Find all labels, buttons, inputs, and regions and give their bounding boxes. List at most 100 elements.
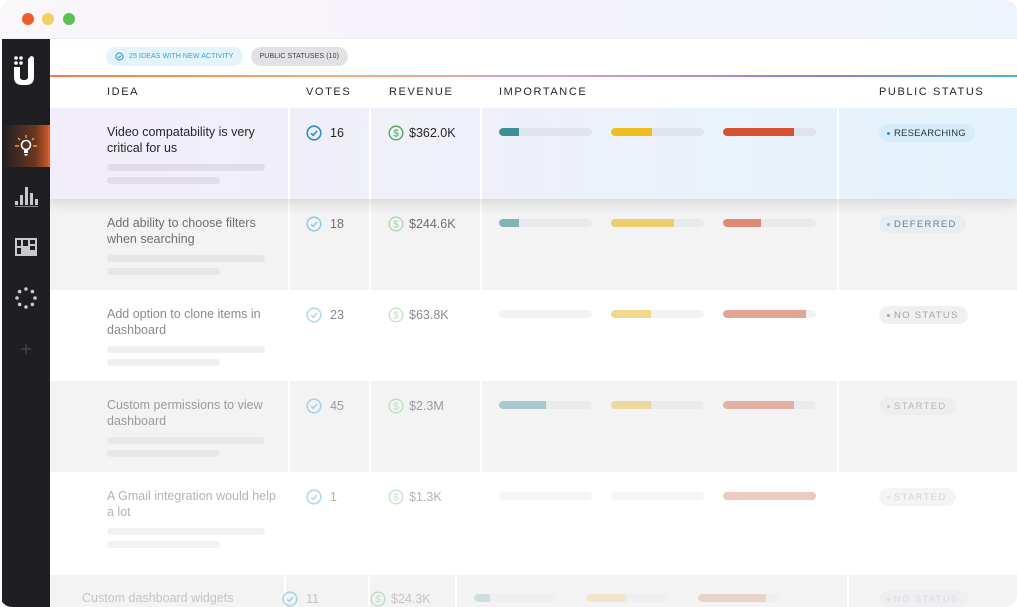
table-header: IDEA VOTES REVENUE IMPORTANCE PUBLIC STA…: [50, 77, 1017, 108]
public-status-badge[interactable]: STARTED: [879, 488, 956, 506]
public-status-label: STARTED: [894, 491, 947, 503]
importance-bar: [611, 219, 704, 227]
importance-bar-fill: [723, 219, 762, 227]
column-divider: [837, 290, 839, 381]
importance-bar-fill: [611, 310, 651, 318]
public-statuses-chip-label: PUBLIC STATUSES (10): [259, 53, 340, 60]
importance-bar-fill: [723, 310, 806, 318]
filter-chips: 25 IDEAS WITH NEW ACTIVITY PUBLIC STATUS…: [106, 47, 349, 66]
public-status-label: NO STATUS: [894, 593, 959, 605]
sidebar-item-loading[interactable]: [2, 277, 50, 319]
dollar-circle-icon: $: [370, 591, 386, 607]
column-divider: [288, 108, 290, 199]
importance-bar: [611, 401, 704, 409]
column-header-idea[interactable]: IDEA: [107, 86, 139, 98]
ideas-main-panel: 25 IDEAS WITH NEW ACTIVITY PUBLIC STATUS…: [50, 39, 1017, 607]
sidebar-item-ideas[interactable]: [2, 125, 50, 167]
sidebar-item-board[interactable]: [2, 226, 50, 268]
column-divider: [480, 290, 482, 381]
table-row[interactable]: Add ability to choose filters when searc…: [50, 199, 1017, 290]
importance-bar: [611, 128, 704, 136]
table-row[interactable]: A Gmail integration would help a lot 1 $…: [50, 472, 1017, 563]
plus-icon: [21, 344, 31, 354]
idea-title[interactable]: A Gmail integration would help a lot: [107, 488, 277, 520]
column-divider: [455, 575, 457, 607]
vote-check-icon: [306, 398, 322, 414]
column-header-importance[interactable]: IMPORTANCE: [499, 86, 587, 98]
public-status-badge[interactable]: NO STATUS: [879, 306, 968, 324]
vote-count[interactable]: 18: [306, 216, 344, 232]
public-status-badge[interactable]: NO STATUS: [879, 590, 968, 607]
vote-count-value: 23: [330, 308, 344, 322]
importance-bar-fill: [698, 594, 766, 602]
idea-title[interactable]: Add ability to choose filters when searc…: [107, 215, 277, 247]
new-activity-filter-chip[interactable]: 25 IDEAS WITH NEW ACTIVITY: [106, 47, 243, 66]
column-header-votes[interactable]: VOTES: [306, 86, 351, 98]
close-window-button[interactable]: [22, 13, 34, 25]
title-bar: [0, 0, 1017, 39]
revenue-value: $ $2.3M: [388, 398, 444, 414]
svg-text:$: $: [393, 402, 399, 413]
vote-count[interactable]: 23: [306, 307, 344, 323]
dotted-circle-icon: [15, 287, 37, 309]
column-divider: [288, 199, 290, 290]
description-placeholder-line: [107, 268, 220, 275]
revenue-amount: $63.8K: [409, 308, 449, 322]
dollar-circle-icon: $: [388, 216, 404, 232]
table-row[interactable]: Custom dashboard widgets 11 $ $24.3K NO …: [50, 575, 1017, 607]
importance-bar: [723, 310, 816, 318]
column-divider: [837, 199, 839, 290]
vote-count[interactable]: 45: [306, 398, 344, 414]
public-statuses-filter-chip[interactable]: PUBLIC STATUSES (10): [250, 47, 349, 66]
description-placeholder-line: [107, 359, 220, 366]
svg-text:$: $: [393, 493, 399, 504]
check-circle-icon: [115, 52, 124, 61]
minimize-window-button[interactable]: [42, 13, 54, 25]
public-status-badge[interactable]: STARTED: [879, 397, 956, 415]
status-dot-icon: [887, 313, 890, 317]
idea-title[interactable]: Video compatability is very critical for…: [107, 124, 277, 156]
importance-bar: [499, 219, 592, 227]
vote-count[interactable]: 16: [306, 125, 344, 141]
vote-count[interactable]: 1: [306, 489, 337, 505]
maximize-window-button[interactable]: [63, 13, 75, 25]
status-dot-icon: [887, 131, 890, 135]
dollar-circle-icon: $: [388, 398, 404, 414]
column-divider: [480, 381, 482, 472]
column-divider: [288, 381, 290, 472]
revenue-amount: $362.0K: [409, 126, 456, 140]
importance-bar-fill: [499, 219, 520, 227]
status-dot-icon: [887, 404, 890, 408]
column-divider: [369, 290, 371, 381]
app-logo[interactable]: [12, 55, 40, 87]
logo-icon: [14, 56, 34, 85]
svg-text:$: $: [393, 220, 399, 231]
sidebar-item-analytics[interactable]: [2, 175, 50, 217]
description-placeholder-line: [107, 450, 220, 457]
column-divider: [288, 472, 290, 563]
idea-title[interactable]: Custom permissions to view dashboard: [107, 397, 277, 429]
importance-bar-fill: [723, 401, 794, 409]
dollar-circle-icon: $: [388, 489, 404, 505]
column-header-public-status[interactable]: PUBLIC STATUS: [879, 86, 984, 98]
importance-bar: [698, 594, 778, 602]
sidebar-item-add[interactable]: [2, 328, 50, 370]
lightbulb-icon: [15, 135, 37, 156]
vote-count[interactable]: 11: [282, 591, 319, 607]
dollar-circle-icon: $: [388, 125, 404, 141]
table-row[interactable]: Video compatability is very critical for…: [50, 108, 1017, 199]
idea-title[interactable]: Custom dashboard widgets: [82, 590, 282, 606]
column-header-revenue[interactable]: REVENUE: [389, 86, 453, 98]
table-row[interactable]: Custom permissions to view dashboard 45 …: [50, 381, 1017, 472]
idea-title[interactable]: Add option to clone items in dashboard: [107, 306, 277, 338]
revenue-value: $ $24.3K: [370, 591, 431, 607]
importance-bar-fill: [474, 594, 490, 602]
public-status-badge[interactable]: RESEARCHING: [879, 124, 975, 142]
table-row[interactable]: Add option to clone items in dashboard 2…: [50, 290, 1017, 381]
column-divider: [369, 108, 371, 199]
public-status-badge[interactable]: DEFERRED: [879, 215, 966, 233]
importance-bar: [499, 401, 592, 409]
importance-bar-fill: [499, 401, 546, 409]
column-divider: [288, 290, 290, 381]
description-placeholder-line: [107, 437, 265, 444]
